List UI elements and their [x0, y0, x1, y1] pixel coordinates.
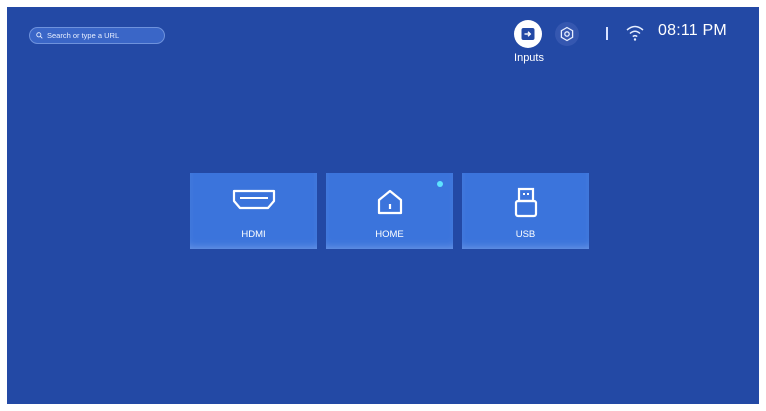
- tv-home-screen: Search or type a URL Inputs 08:11 PM HDM…: [7, 7, 759, 404]
- tile-hdmi[interactable]: HDMI: [190, 173, 317, 249]
- tile-label-usb: USB: [515, 229, 536, 240]
- settings-icon: [560, 26, 574, 42]
- tile-label-hdmi: HDMI: [241, 229, 266, 240]
- inputs-label: Inputs: [514, 52, 544, 64]
- settings-button[interactable]: [555, 22, 579, 46]
- home-icon: [377, 189, 402, 215]
- wifi-icon: [626, 25, 644, 41]
- usb-icon: [514, 187, 537, 218]
- hdmi-icon: [232, 189, 275, 210]
- search-placeholder: Search or type a URL: [47, 31, 120, 40]
- tile-usb[interactable]: USB: [462, 173, 589, 249]
- clock: 08:11 PM: [658, 22, 727, 39]
- active-indicator-dot: [437, 181, 443, 187]
- search-icon: [36, 32, 43, 39]
- search-bar[interactable]: Search or type a URL: [29, 27, 165, 44]
- inputs-button[interactable]: [514, 20, 542, 48]
- input-source-icon: [521, 28, 535, 40]
- tile-label-home: HOME: [375, 229, 404, 240]
- tile-home[interactable]: HOME: [326, 173, 453, 249]
- status-divider: [606, 27, 608, 40]
